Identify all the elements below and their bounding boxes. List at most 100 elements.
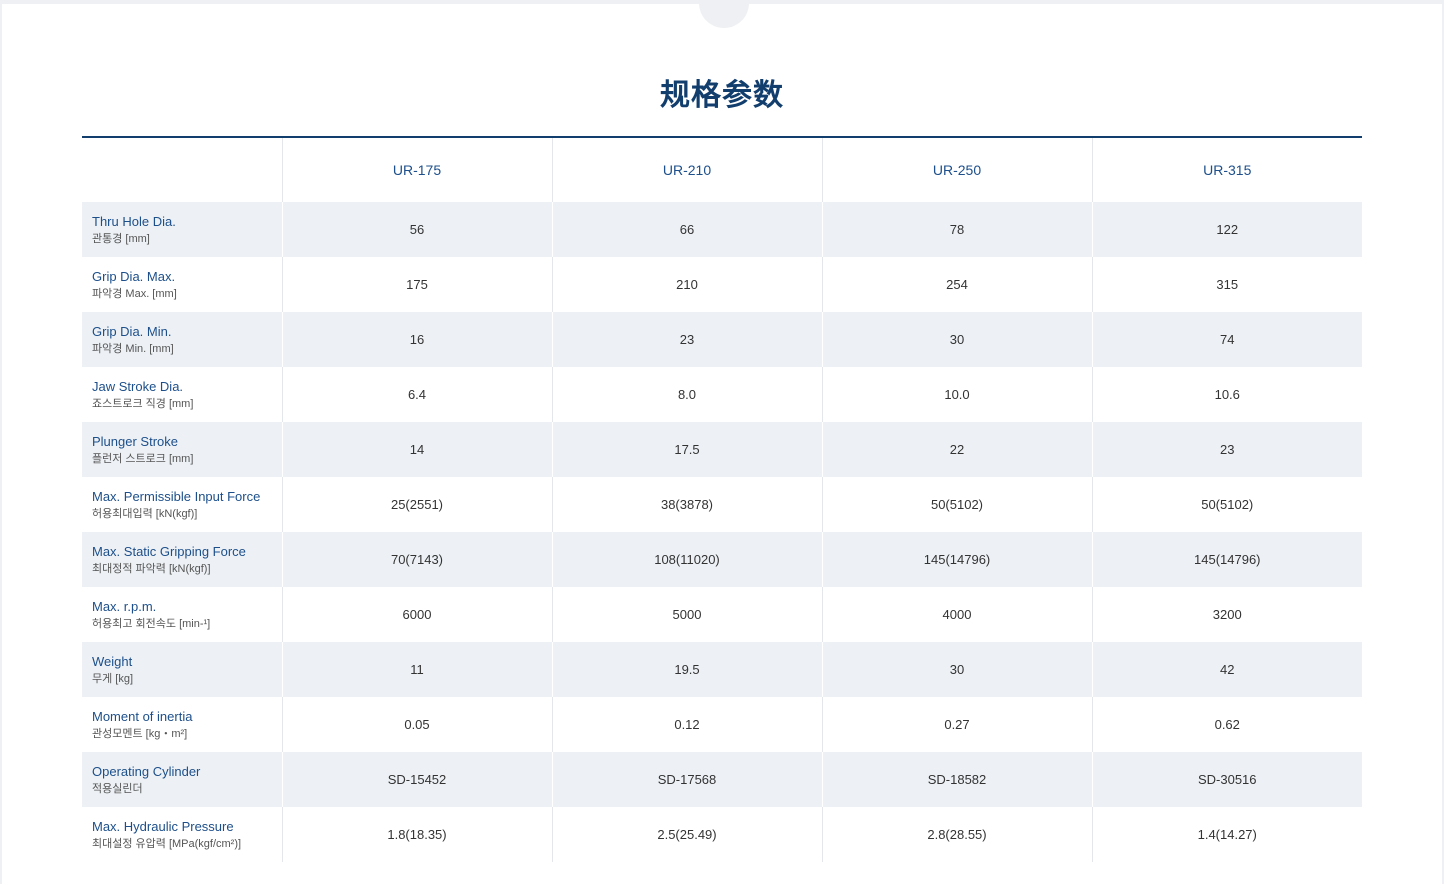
- row-label-en: Weight: [92, 653, 133, 669]
- value-cell: SD-30516: [1091, 752, 1362, 807]
- value-cell: 50(5102): [821, 477, 1092, 532]
- value-cell: 10.0: [821, 367, 1092, 422]
- value-cell: 66: [551, 202, 822, 257]
- value-cell: 11: [281, 642, 552, 697]
- table-row: Thru Hole Dia. 관통경 [mm] 56 66 78 122: [82, 202, 1362, 257]
- row-label-ko: 허용최대입력 [kN(kgf)]: [92, 507, 198, 520]
- value-cell: 145(14796): [1091, 532, 1362, 587]
- row-label-cell: Max. r.p.m. 허용최고 회전속도 [min-¹]: [82, 587, 282, 642]
- value-cell: 14: [281, 422, 552, 477]
- row-label-cell: Jaw Stroke Dia. 죠스트로크 직경 [mm]: [82, 367, 282, 422]
- value-cell: 2.8(28.55): [821, 807, 1092, 862]
- value-cell: 22: [821, 422, 1092, 477]
- value-cell: 145(14796): [821, 532, 1092, 587]
- spec-table: UR-175 UR-210 UR-250 UR-315 Thru Hole Di…: [82, 136, 1362, 862]
- row-label-ko: 관성모멘트 [kg・m²]: [92, 727, 188, 740]
- row-label-ko: 파악경 Min. [mm]: [92, 342, 174, 355]
- top-tab-circle: [699, 0, 749, 28]
- value-cell: 56: [281, 202, 552, 257]
- value-cell: 30: [821, 312, 1092, 367]
- table-row: Grip Dia. Max. 파악경 Max. [mm] 175 210 254 …: [82, 257, 1362, 312]
- model-header-ur-175: UR-175: [281, 137, 552, 202]
- value-cell: 108(11020): [551, 532, 822, 587]
- row-label-en: Grip Dia. Min.: [92, 323, 172, 339]
- value-cell: 6000: [281, 587, 552, 642]
- model-header-ur-210: UR-210: [551, 137, 822, 202]
- table-row: Max. Hydraulic Pressure 최대설정 유압력 [MPa(kgf…: [82, 807, 1362, 862]
- value-cell: 42: [1091, 642, 1362, 697]
- row-label-ko: 죠스트로크 직경 [mm]: [92, 397, 194, 410]
- row-label-cell: Thru Hole Dia. 관통경 [mm]: [82, 202, 282, 257]
- value-cell: 38(3878): [551, 477, 822, 532]
- row-label-ko: 적용실린더: [92, 782, 143, 795]
- row-label-en: Max. r.p.m.: [92, 598, 157, 614]
- value-cell: 210: [551, 257, 822, 312]
- row-label-cell: Grip Dia. Min. 파악경 Min. [mm]: [82, 312, 282, 367]
- value-cell: 30: [821, 642, 1092, 697]
- row-label-ko: 최대설정 유압력 [MPa(kgf/cm²)]: [92, 837, 242, 850]
- value-cell: 74: [1091, 312, 1362, 367]
- value-cell: 2.5(25.49): [551, 807, 822, 862]
- section-title: 规格参数: [660, 79, 784, 112]
- row-label-ko: 최대정적 파악력 [kN(kgf)]: [92, 562, 211, 575]
- table-row: Jaw Stroke Dia. 죠스트로크 직경 [mm] 6.4 8.0 10.…: [82, 367, 1362, 422]
- value-cell: 0.27: [821, 697, 1092, 752]
- table-row: Max. Permissible Input Force 허용최대입력 [kN(k…: [82, 477, 1362, 532]
- row-label-en: Max. Static Gripping Force: [92, 543, 246, 559]
- value-cell: 315: [1091, 257, 1362, 312]
- value-cell: 78: [821, 202, 1092, 257]
- content-panel: 规格参数 UR-175 UR-210 UR-250 UR-315 Thru Ho…: [2, 0, 1442, 884]
- table-row: Weight 무게 [kg] 11 19.5 30 42: [82, 642, 1362, 697]
- value-cell: 4000: [821, 587, 1092, 642]
- row-label-cell: Moment of inertia 관성모멘트 [kg・m²]: [82, 697, 282, 752]
- value-cell: 3200: [1091, 587, 1362, 642]
- value-cell: 25(2551): [281, 477, 552, 532]
- value-cell: 0.62: [1091, 697, 1362, 752]
- value-cell: 0.12: [551, 697, 822, 752]
- row-label-cell: Grip Dia. Max. 파악경 Max. [mm]: [82, 257, 282, 312]
- table-row: Max. Static Gripping Force 최대정적 파악력 [kN(k…: [82, 532, 1362, 587]
- row-label-en: Max. Hydraulic Pressure: [92, 818, 234, 834]
- row-label-en: Thru Hole Dia.: [92, 213, 176, 229]
- row-label-en: Plunger Stroke: [92, 433, 178, 449]
- row-label-en: Jaw Stroke Dia.: [92, 378, 184, 394]
- row-label-ko: 허용최고 회전속도 [min-¹]: [92, 617, 211, 630]
- row-label-cell: Plunger Stroke 플런저 스트로크 [mm]: [82, 422, 282, 477]
- table-row: Operating Cylinder 적용실린더 SD-15452 SD-1756…: [82, 752, 1362, 807]
- value-cell: 6.4: [281, 367, 552, 422]
- value-cell: SD-15452: [281, 752, 552, 807]
- value-cell: 0.05: [281, 697, 552, 752]
- row-label-ko: 파악경 Max. [mm]: [92, 287, 177, 300]
- value-cell: SD-18582: [821, 752, 1092, 807]
- row-label-en: Operating Cylinder: [92, 763, 201, 779]
- value-cell: 17.5: [551, 422, 822, 477]
- table-row: Plunger Stroke 플런저 스트로크 [mm] 14 17.5 22 2…: [82, 422, 1362, 477]
- value-cell: 122: [1091, 202, 1362, 257]
- row-label-cell: Max. Static Gripping Force 최대정적 파악력 [kN(k…: [82, 532, 282, 587]
- row-label-cell: Max. Permissible Input Force 허용최대입력 [kN(k…: [82, 477, 282, 532]
- value-cell: 19.5: [551, 642, 822, 697]
- value-cell: SD-17568: [551, 752, 822, 807]
- value-cell: 1.4(14.27): [1091, 807, 1362, 862]
- value-cell: 175: [281, 257, 552, 312]
- value-cell: 23: [1091, 422, 1362, 477]
- row-label-en: Grip Dia. Max.: [92, 268, 176, 284]
- value-cell: 1.8(18.35): [281, 807, 552, 862]
- row-label-ko: 관통경 [mm]: [92, 232, 150, 245]
- row-label-cell: Max. Hydraulic Pressure 최대설정 유압력 [MPa(kgf…: [82, 807, 282, 862]
- row-label-cell: Weight 무게 [kg]: [82, 642, 282, 697]
- row-label-ko: 플런저 스트로크 [mm]: [92, 452, 194, 465]
- table-row: Max. r.p.m. 허용최고 회전속도 [min-¹] 6000 5000 4…: [82, 587, 1362, 642]
- row-label-en: Moment of inertia: [92, 708, 193, 724]
- table-header-row: UR-175 UR-210 UR-250 UR-315: [82, 137, 1362, 202]
- value-cell: 254: [821, 257, 1092, 312]
- header-corner-cell: [82, 137, 282, 202]
- value-cell: 10.6: [1091, 367, 1362, 422]
- row-label-en: Max. Permissible Input Force: [92, 488, 261, 504]
- row-label-cell: Operating Cylinder 적용실린더: [82, 752, 282, 807]
- value-cell: 5000: [551, 587, 822, 642]
- table-row: Moment of inertia 관성모멘트 [kg・m²] 0.05 0.12…: [82, 697, 1362, 752]
- value-cell: 16: [281, 312, 552, 367]
- table-row: Grip Dia. Min. 파악경 Min. [mm] 16 23 30 74: [82, 312, 1362, 367]
- model-header-ur-315: UR-315: [1091, 137, 1362, 202]
